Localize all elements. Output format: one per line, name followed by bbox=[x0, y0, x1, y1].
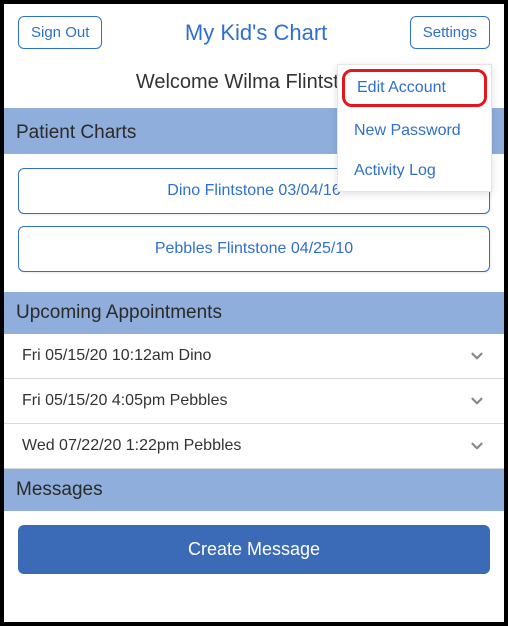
chevron-down-icon bbox=[468, 347, 486, 365]
sign-out-button[interactable]: Sign Out bbox=[18, 16, 102, 49]
appointments-list: Fri 05/15/20 10:12am Dino Fri 05/15/20 4… bbox=[4, 334, 504, 469]
app-title: My Kid's Chart bbox=[185, 20, 327, 46]
section-upcoming-appointments: Upcoming Appointments bbox=[4, 292, 504, 334]
appointment-label: Fri 05/15/20 4:05pm Pebbles bbox=[22, 392, 227, 410]
chevron-down-icon bbox=[468, 437, 486, 455]
appointment-label: Wed 07/22/20 1:22pm Pebbles bbox=[22, 437, 241, 455]
settings-dropdown: Edit Account New Password Activity Log bbox=[337, 64, 492, 192]
create-message-button[interactable]: Create Message bbox=[18, 525, 490, 574]
menu-new-password[interactable]: New Password bbox=[338, 111, 491, 151]
settings-button[interactable]: Settings bbox=[410, 16, 490, 49]
section-messages: Messages bbox=[4, 469, 504, 511]
appointment-row[interactable]: Fri 05/15/20 4:05pm Pebbles bbox=[4, 379, 504, 424]
appointment-label: Fri 05/15/20 10:12am Dino bbox=[22, 347, 211, 365]
chevron-down-icon bbox=[468, 392, 486, 410]
menu-edit-account[interactable]: Edit Account bbox=[342, 69, 487, 107]
patient-item[interactable]: Pebbles Flintstone 04/25/10 bbox=[18, 226, 490, 272]
appointment-row[interactable]: Wed 07/22/20 1:22pm Pebbles bbox=[4, 424, 504, 469]
menu-activity-log[interactable]: Activity Log bbox=[338, 151, 491, 191]
appointment-row[interactable]: Fri 05/15/20 10:12am Dino bbox=[4, 334, 504, 379]
header: Sign Out My Kid's Chart Settings bbox=[4, 4, 504, 55]
messages-area: Create Message bbox=[4, 511, 504, 588]
